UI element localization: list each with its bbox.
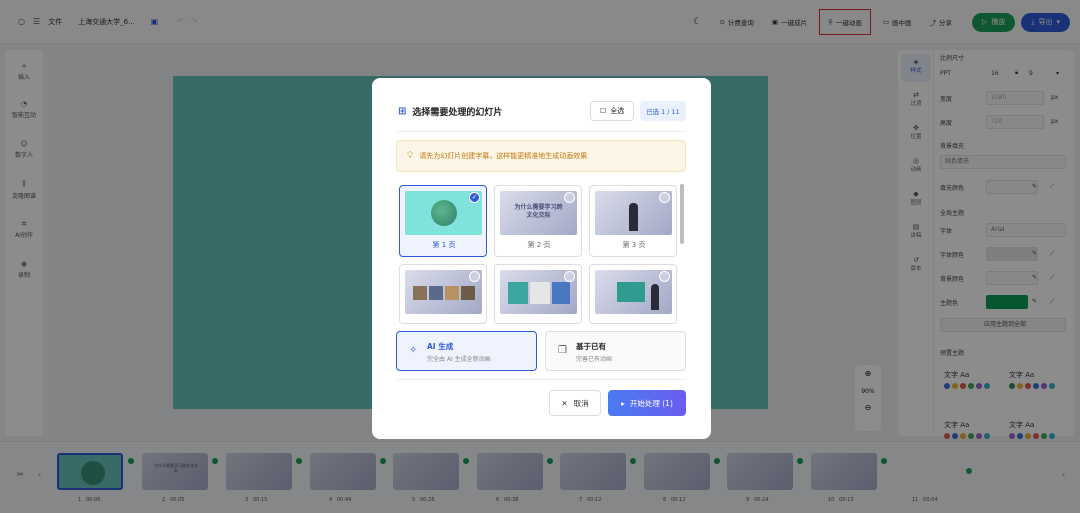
photo-thumbnail <box>508 282 528 304</box>
cancel-button[interactable]: ✕ 取消 <box>549 390 601 416</box>
play-icon: ▸ <box>621 398 625 408</box>
photo-thumbnail <box>413 286 427 300</box>
select-all-button[interactable]: ☐ 全选 <box>590 101 635 121</box>
slide-card-1[interactable]: ✓ 第 1 页 <box>399 185 487 257</box>
mode-based-on-existing[interactable]: ❐ 基于已有 完善已有动画 <box>545 331 686 371</box>
unchecked-circle-icon[interactable] <box>564 271 575 282</box>
globe-icon <box>431 200 457 226</box>
checkmark-icon[interactable]: ✓ <box>469 192 480 203</box>
copy-icon: ❐ <box>558 345 567 356</box>
unchecked-circle-icon[interactable] <box>659 192 670 203</box>
subtitle-tip-banner: 💡︎ 请先为幻灯片创建字幕，这样能更精准地生成动画效果 <box>396 140 686 172</box>
select-slides-dialog: ⊞ 选择需要处理的幻灯片 ☐ 全选 已选 1 / 11 💡︎ 请先为幻灯片创建字… <box>372 78 711 439</box>
photo-thumbnail <box>552 282 570 304</box>
unchecked-circle-icon[interactable] <box>564 192 575 203</box>
photo-thumbnail <box>461 286 475 300</box>
selected-count-badge: 已选 1 / 11 <box>640 101 686 121</box>
photo-thumbnail <box>429 286 443 300</box>
mode-ai-generate[interactable]: ✧ AI 生成 完全由 AI 生成全新动画 <box>396 331 537 371</box>
slide-card-2[interactable]: 为什么需要学习跨文化交际 第 2 页 <box>494 185 582 257</box>
unchecked-circle-icon[interactable] <box>659 271 670 282</box>
card-list-scrollbar[interactable] <box>680 184 684 244</box>
sparkle-icon: ✧ <box>409 345 418 356</box>
presenter-figure <box>651 284 659 310</box>
start-processing-button[interactable]: ▸ 开始处理 (1) <box>608 390 686 416</box>
divider <box>396 379 686 380</box>
slide-card-5[interactable] <box>494 264 582 324</box>
photo-thumbnail <box>530 282 550 304</box>
lightbulb-icon: 💡︎ <box>407 151 414 161</box>
presenter-figure <box>629 203 638 231</box>
slide-card-3[interactable]: 第 3 页 <box>589 185 677 257</box>
checkbox-icon: ☐ <box>600 107 607 115</box>
close-icon: ✕ <box>561 398 568 408</box>
map-thumbnail <box>617 282 645 302</box>
photo-thumbnail <box>445 286 459 300</box>
slide-card-6[interactable] <box>589 264 677 324</box>
slide-card-4[interactable] <box>399 264 487 324</box>
divider <box>396 131 686 132</box>
grid-icon: ⊞ <box>398 106 407 117</box>
dialog-title: ⊞ 选择需要处理的幻灯片 <box>398 106 503 118</box>
unchecked-circle-icon[interactable] <box>469 271 480 282</box>
